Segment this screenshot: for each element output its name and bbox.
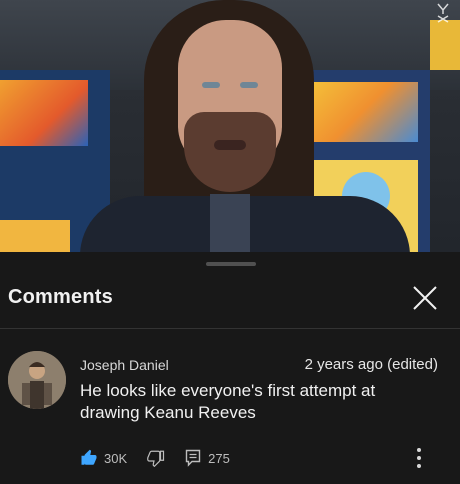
comment-author[interactable]: Joseph Daniel: [80, 357, 169, 373]
thumbs-up-icon: [80, 449, 98, 467]
video-person: [80, 0, 410, 252]
dislike-button[interactable]: [147, 449, 165, 467]
reply-count: 275: [208, 450, 230, 466]
background-box: [430, 20, 460, 70]
comment-text: He looks like everyone's first attempt a…: [80, 381, 376, 422]
avatar[interactable]: [8, 351, 66, 409]
video-player[interactable]: [0, 0, 460, 252]
comments-panel: Comments Joseph Daniel 2 years ago (edit…: [0, 252, 460, 484]
like-button[interactable]: 30K: [80, 449, 127, 467]
comments-title: Comments: [8, 286, 113, 308]
reply-button[interactable]: 275: [185, 449, 230, 467]
thumbs-down-icon: [147, 449, 165, 467]
more-vertical-icon[interactable]: [414, 446, 424, 470]
comment-timestamp: 2 years ago (edited): [304, 356, 438, 373]
comment-item: Joseph Daniel 2 years ago (edited) He lo…: [0, 329, 460, 484]
watermark-logo-icon: [436, 2, 450, 24]
like-count: 30K: [104, 450, 128, 466]
comment-actions: 30K 275: [80, 447, 230, 469]
drag-handle[interactable]: [206, 262, 256, 266]
close-icon[interactable]: [410, 283, 440, 313]
reply-icon: [185, 449, 201, 467]
